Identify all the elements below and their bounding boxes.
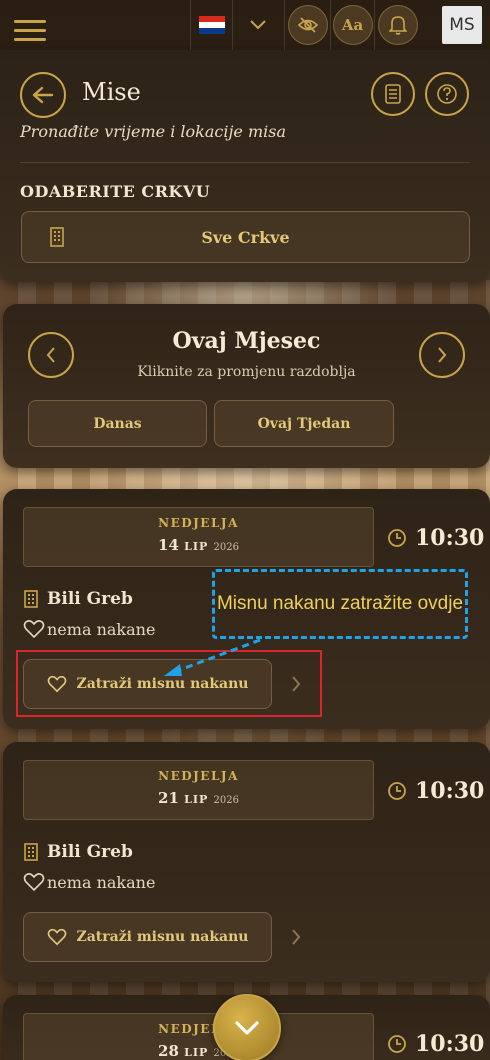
request-intention-button[interactable]: Zatraži misnu nakanu [23, 912, 272, 962]
church-select[interactable]: Sve Crkve [21, 211, 470, 263]
date-day: 14 [158, 536, 179, 554]
time-text: 10:30 [415, 778, 485, 804]
bell-icon [377, 5, 418, 45]
chevron-right-icon [438, 347, 447, 363]
date-box: NEDJELJA 14 LIP 2026 [23, 507, 374, 567]
intention-text: nema nakane [47, 872, 156, 892]
date-day: 21 [158, 789, 179, 807]
eye-off-icon [287, 5, 328, 45]
croatian-flag-icon [198, 16, 225, 34]
clock-icon [388, 782, 406, 800]
mass-time: 10:30 [387, 778, 484, 804]
day-of-week: NEDJELJA [158, 516, 239, 530]
chevron-right-icon[interactable] [290, 928, 302, 946]
building-icon [50, 227, 64, 247]
heart-icon [23, 620, 45, 639]
mass-time: 10:30 [387, 525, 484, 551]
date-month: LIP [184, 1046, 209, 1059]
question-icon [437, 84, 457, 104]
intention-text: nema nakane [47, 619, 156, 639]
date-year: 2026 [213, 795, 239, 806]
page-header-card: Mise Pronađite vrijeme i lokacije misa O… [0, 50, 490, 282]
avatar[interactable]: MS [442, 6, 482, 44]
language-flag-button[interactable] [190, 0, 232, 50]
top-bar: Aa MS [0, 0, 490, 50]
document-icon [385, 84, 401, 104]
building-icon [24, 843, 38, 861]
mass-time: 10:30 [387, 1031, 484, 1057]
church-section-label: ODABERITE CRKVU [20, 182, 211, 201]
intention-status: nema nakane [23, 619, 155, 639]
day-of-week: NEDJELJA [158, 769, 239, 783]
list-view-button[interactable] [371, 72, 415, 116]
annotation-arrow-icon [164, 638, 261, 676]
request-intention-label: Zatraži misnu nakanu [76, 929, 249, 945]
mass-date: 21 LIP 2026 [24, 789, 373, 807]
accessibility-toggle[interactable] [284, 0, 330, 50]
mass-date: 14 LIP 2026 [24, 536, 373, 554]
help-button[interactable] [425, 72, 469, 116]
mass-card: NEDJELJA 21 LIP 2026 10:30 Bili Greb nem… [3, 742, 490, 982]
clock-icon [388, 529, 406, 547]
back-button[interactable] [20, 72, 66, 118]
text-size-button[interactable]: Aa [330, 0, 374, 50]
today-button[interactable]: Danas [28, 400, 207, 447]
divider [20, 162, 470, 163]
page-title: Mise [82, 78, 141, 106]
church-name-text: Bili Greb [47, 842, 133, 862]
church-name: Bili Greb [23, 842, 133, 862]
clock-icon [388, 1035, 406, 1053]
intention-status: nema nakane [23, 872, 155, 892]
menu-icon[interactable] [14, 20, 46, 42]
church-select-value: Sve Crkve [201, 227, 290, 247]
date-month: LIP [184, 793, 209, 806]
chevron-down-icon [249, 20, 266, 30]
time-text: 10:30 [415, 525, 485, 551]
notifications-button[interactable] [374, 0, 420, 50]
arrow-left-icon [32, 86, 54, 104]
next-period-button[interactable] [419, 332, 465, 378]
church-name: Bili Greb [23, 589, 133, 609]
chevron-down-icon [235, 1021, 259, 1035]
date-month: LIP [184, 540, 209, 553]
page-subtitle: Pronađite vrijeme i lokacije misa [20, 122, 287, 141]
language-dropdown-button[interactable] [232, 0, 282, 50]
period-selector-card: Ovaj Mjesec Kliknite za promjenu razdobl… [3, 304, 490, 468]
day-of-week: NEDJELJA [158, 1022, 239, 1036]
this-week-button[interactable]: Ovaj Tjedan [214, 400, 394, 447]
building-icon [24, 590, 38, 608]
date-day: 28 [158, 1042, 179, 1060]
text-size-label: Aa [332, 5, 373, 45]
date-year: 2026 [213, 542, 239, 553]
annotation-callout: Misnu nakanu zatražite ovdje [212, 569, 468, 639]
date-box: NEDJELJA 21 LIP 2026 [23, 760, 374, 820]
heart-icon [47, 928, 66, 946]
period-hint: Kliknite za promjenu razdoblja [137, 364, 356, 380]
scroll-down-button[interactable] [213, 994, 281, 1060]
date-box: NEDJELJA 28 LIP 2026 [23, 1013, 374, 1060]
church-name-text: Bili Greb [47, 589, 133, 609]
heart-icon [23, 873, 45, 892]
mass-date: 28 LIP 2026 [24, 1042, 373, 1060]
period-title[interactable]: Ovaj Mjesec [3, 328, 490, 354]
time-text: 10:30 [415, 1031, 485, 1057]
